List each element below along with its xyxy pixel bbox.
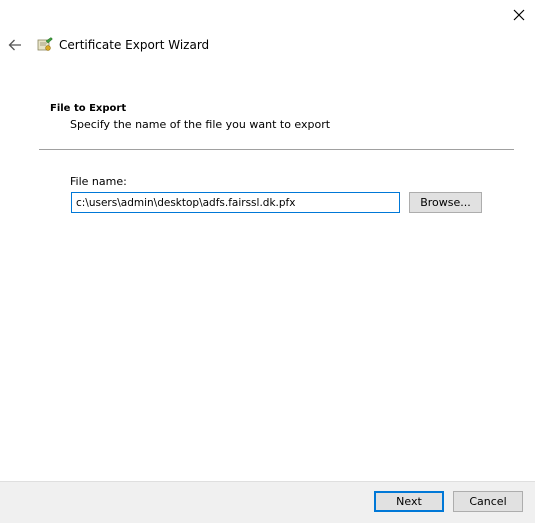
header-divider	[39, 149, 514, 150]
certificate-icon	[37, 37, 53, 51]
browse-button[interactable]: Browse...	[409, 192, 482, 213]
cancel-button[interactable]: Cancel	[453, 491, 523, 512]
back-arrow-icon	[8, 39, 21, 51]
wizard-title: Certificate Export Wizard	[59, 38, 210, 52]
file-name-input[interactable]	[71, 192, 400, 213]
certificate-export-wizard-window: Certificate Export Wizard File to Export…	[0, 0, 535, 523]
section-description: Specify the name of the file you want to…	[70, 118, 331, 131]
close-button[interactable]	[503, 0, 535, 30]
back-button[interactable]	[4, 34, 26, 56]
next-button[interactable]: Next	[374, 491, 444, 512]
close-icon	[513, 9, 525, 21]
section-title: File to Export	[50, 103, 127, 114]
file-name-label: File name:	[70, 175, 127, 188]
